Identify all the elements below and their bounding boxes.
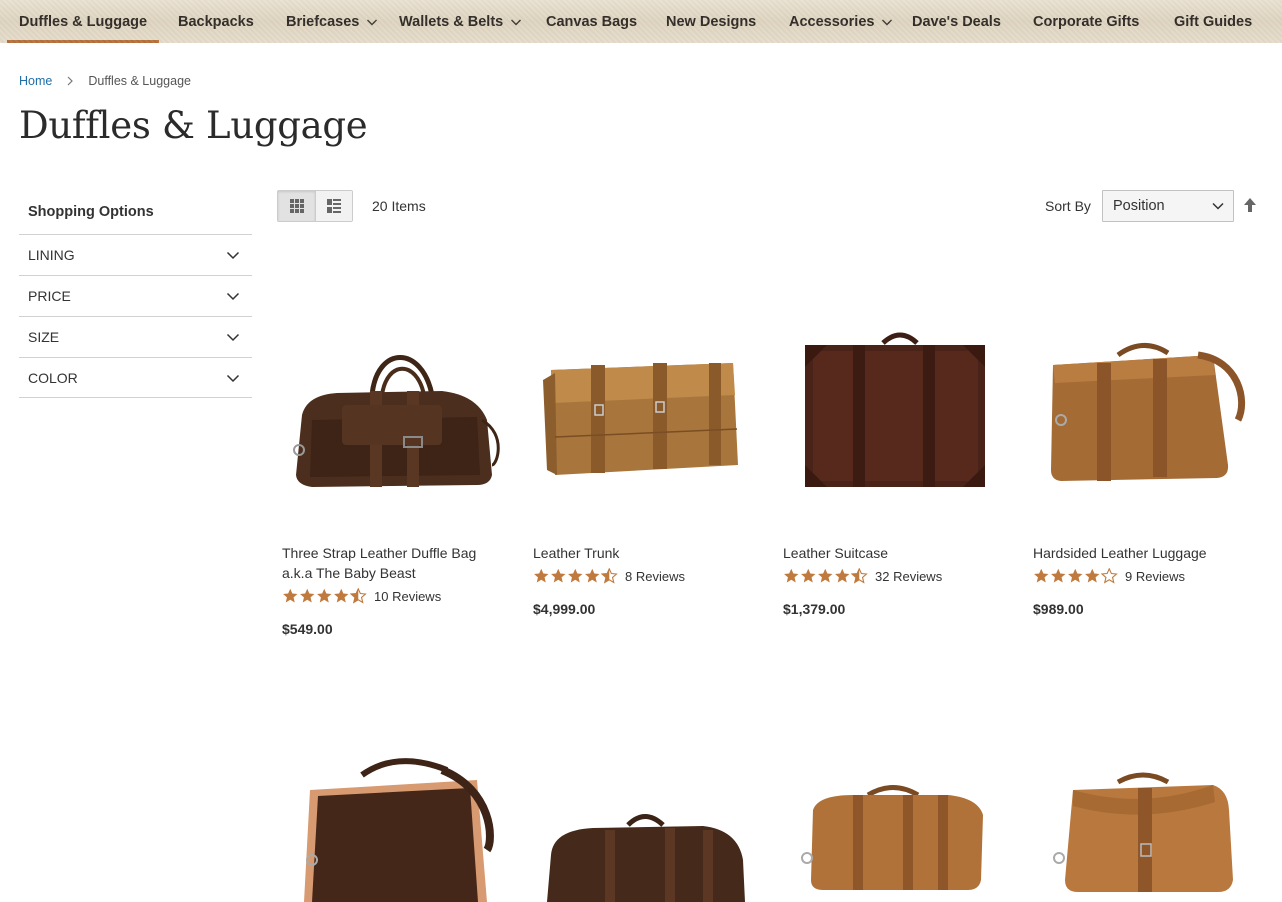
sort-by-label: Sort By	[1045, 198, 1091, 214]
breadcrumb: Home Duffles & Luggage	[19, 74, 191, 88]
rating-stars	[533, 568, 618, 584]
nav-item-briefcases[interactable]: Briefcases	[286, 0, 378, 43]
product-image[interactable]	[533, 310, 758, 520]
filter-size[interactable]: SIZE	[19, 316, 252, 357]
star-icon	[1034, 568, 1049, 583]
rating-stars	[1033, 568, 1118, 584]
product-rating: 9 Reviews	[1033, 567, 1258, 585]
list-view-button[interactable]	[315, 191, 352, 221]
filter-lining[interactable]: LINING	[19, 234, 252, 275]
product-image[interactable]	[282, 310, 507, 520]
product-price: $1,379.00	[783, 601, 846, 617]
product-rating: 32 Reviews	[783, 567, 1008, 585]
nav-item-backpacks[interactable]: Backpacks	[178, 0, 254, 43]
reviews-link[interactable]: 32 Reviews	[875, 569, 942, 584]
item-count: 20 Items	[372, 198, 426, 214]
view-mode-switcher	[277, 190, 353, 222]
rating-stars	[282, 588, 367, 604]
chevron-down-icon	[226, 292, 240, 301]
star-icon	[334, 588, 349, 603]
star-icon	[283, 588, 298, 603]
product-price: $549.00	[282, 621, 333, 637]
nav-item-daves-deals[interactable]: Dave's Deals	[912, 0, 1001, 43]
sort-select[interactable]: Position	[1102, 190, 1234, 222]
grid-icon	[289, 199, 304, 213]
shopping-options-title: Shopping Options	[28, 204, 154, 220]
nav-item-canvas-bags[interactable]: Canvas Bags	[546, 0, 637, 43]
star-icon	[300, 588, 315, 603]
product-image[interactable]	[1033, 740, 1258, 902]
nav-item-new-designs[interactable]: New Designs	[666, 0, 756, 43]
product-name-link[interactable]: Leather Suitcase	[783, 543, 1008, 563]
star-icon	[818, 568, 833, 583]
rating-stars	[783, 568, 868, 584]
chevron-down-icon	[1212, 202, 1224, 210]
chevron-down-icon	[226, 251, 240, 260]
chevron-down-icon	[882, 19, 893, 25]
product-name-link[interactable]: Leather Trunk	[533, 543, 758, 563]
star-icon	[835, 568, 850, 583]
star-icon	[568, 568, 583, 583]
star-icon	[601, 568, 618, 584]
star-icon	[1051, 568, 1066, 583]
reviews-link[interactable]: 9 Reviews	[1125, 569, 1185, 584]
chevron-down-icon	[226, 333, 240, 342]
star-icon	[1101, 568, 1118, 584]
chevron-right-icon	[66, 76, 74, 86]
breadcrumb-current: Duffles & Luggage	[88, 74, 191, 88]
product-price: $989.00	[1033, 601, 1084, 617]
chevron-down-icon	[226, 374, 240, 382]
nav-item-gift-guides[interactable]: Gift Guides	[1174, 0, 1252, 43]
product-name-link[interactable]: Three Strap Leather Duffle Bag a.k.a The…	[282, 543, 507, 583]
product-image[interactable]	[1033, 310, 1258, 520]
star-icon	[784, 568, 799, 583]
sort-select-value: Position	[1113, 198, 1165, 214]
reviews-link[interactable]: 8 Reviews	[625, 569, 685, 584]
nav-item-duffles-luggage[interactable]: Duffles & Luggage	[6, 0, 160, 43]
chevron-down-icon	[511, 19, 522, 25]
reviews-link[interactable]: 10 Reviews	[374, 589, 441, 604]
star-icon	[801, 568, 816, 583]
sidebar-filters: Shopping Options LINING PRICE SIZE COLOR	[19, 190, 252, 398]
product-image[interactable]	[783, 740, 1008, 902]
list-icon	[327, 199, 341, 213]
nav-item-accessories[interactable]: Accessories	[789, 0, 893, 43]
breadcrumb-home-link[interactable]: Home	[19, 74, 52, 88]
star-icon	[551, 568, 566, 583]
product-price: $4,999.00	[533, 601, 596, 617]
filter-color[interactable]: COLOR	[19, 357, 252, 398]
sort-direction-arrow-icon[interactable]	[1243, 197, 1257, 213]
grid-view-button[interactable]	[278, 191, 315, 221]
page-title: Duffles & Luggage	[19, 104, 368, 147]
product-image[interactable]	[783, 310, 1008, 520]
star-icon	[1068, 568, 1083, 583]
star-icon	[534, 568, 549, 583]
star-icon	[350, 588, 367, 604]
star-icon	[317, 588, 332, 603]
star-icon	[585, 568, 600, 583]
chevron-down-icon	[367, 19, 378, 25]
filter-price[interactable]: PRICE	[19, 275, 252, 316]
top-navigation: Duffles & Luggage Backpacks Briefcases W…	[0, 0, 1282, 43]
product-image[interactable]	[282, 740, 507, 902]
nav-item-wallets-belts[interactable]: Wallets & Belts	[399, 0, 522, 43]
product-image[interactable]	[533, 740, 758, 902]
star-icon	[851, 568, 868, 584]
product-name-link[interactable]: Hardsided Leather Luggage	[1033, 543, 1258, 563]
product-rating: 8 Reviews	[533, 567, 758, 585]
star-icon	[1085, 568, 1100, 583]
nav-item-corporate-gifts[interactable]: Corporate Gifts	[1033, 0, 1139, 43]
product-rating: 10 Reviews	[282, 587, 507, 605]
